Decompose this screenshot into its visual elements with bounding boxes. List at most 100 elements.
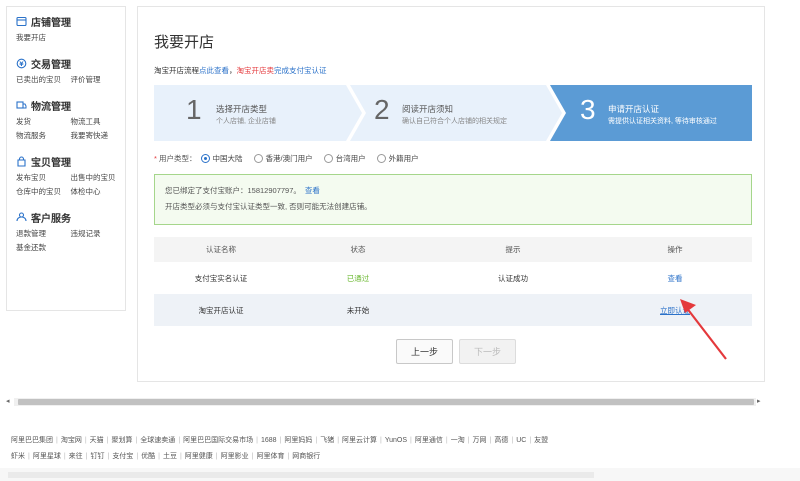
footer-link[interactable]: 天猫: [90, 433, 104, 449]
sidebar-link-ship[interactable]: 发货: [16, 115, 71, 129]
sidebar-group-title[interactable]: 店铺管理: [16, 13, 125, 29]
sidebar-group-title[interactable]: 物流管理: [16, 97, 125, 113]
sidebar-link-reviews[interactable]: 评价管理: [71, 73, 126, 87]
sidebar-link-sold[interactable]: 已卖出的宝贝: [16, 73, 71, 87]
footer-link[interactable]: 优酷: [141, 449, 155, 465]
horizontal-scrollbar[interactable]: ◂ ▸: [6, 396, 764, 408]
flow-view-link[interactable]: 点此查看: [199, 66, 229, 75]
footer-link[interactable]: 友盟: [534, 433, 548, 449]
sidebar-group-title[interactable]: ¥ 交易管理: [16, 55, 125, 71]
footer-separator: |: [56, 437, 58, 444]
footer-link[interactable]: 阿里体育: [256, 449, 284, 465]
footer-separator: |: [179, 453, 182, 460]
sidebar-link-checkup[interactable]: 体检中心: [71, 185, 126, 199]
footer-link[interactable]: 1688: [261, 433, 277, 449]
annotation-arrow-icon: [680, 299, 727, 360]
sidebar-link-refund[interactable]: 退款管理: [16, 227, 71, 241]
scroll-right-icon[interactable]: ▸: [757, 398, 761, 406]
footer-separator: |: [178, 437, 181, 444]
footer-link[interactable]: 阿里星球: [33, 449, 61, 465]
scroll-left-icon[interactable]: ◂: [6, 398, 10, 406]
view-alipay-link[interactable]: 查看: [305, 186, 320, 195]
prev-step-button[interactable]: 上一步: [396, 339, 453, 364]
status-badge: 已通过: [346, 273, 370, 283]
footer-link[interactable]: 钉钉: [90, 449, 104, 465]
footer-separator: |: [158, 453, 160, 460]
footer-link[interactable]: 全球速卖通: [140, 433, 175, 449]
bottom-strip: [0, 468, 800, 481]
footer-link[interactable]: 阿里健康: [185, 449, 213, 465]
footer-link[interactable]: 阿里巴巴集团: [11, 433, 53, 449]
footer-separator: |: [215, 453, 218, 460]
alipay-cert-link[interactable]: 完成支付宝认证: [274, 66, 327, 75]
footer-link[interactable]: 阿里通信: [415, 433, 443, 449]
footer-link[interactable]: 一淘: [451, 433, 465, 449]
sidebar-link-on-sale[interactable]: 出售中的宝贝: [71, 171, 126, 185]
logistics-icon: [16, 100, 27, 111]
sidebar-group-goods: 宝贝管理 发布宝贝 出售中的宝贝 仓库中的宝贝 体检中心: [16, 153, 125, 199]
view-cert-link[interactable]: 查看: [668, 274, 683, 283]
footer-separator: |: [380, 437, 382, 444]
user-type-label: * 用户类型：: [154, 154, 197, 163]
trade-icon: ¥: [16, 58, 27, 69]
footer-link[interactable]: YunOS: [385, 433, 407, 449]
goods-icon: [16, 155, 27, 167]
next-step-button[interactable]: 下一步: [459, 339, 516, 364]
footer-separator: |: [256, 437, 258, 444]
user-type-group: * 用户类型： 中国大陆 香港/澳门用户 台湾用户 外籍用户: [154, 153, 430, 164]
service-icon: [16, 211, 27, 223]
sidebar-link-open-store[interactable]: 我要开店: [16, 31, 71, 45]
sidebar-link-publish[interactable]: 发布宝贝: [16, 171, 71, 185]
sidebar-link-logistics-tools[interactable]: 物流工具: [71, 115, 126, 129]
radio-foreign[interactable]: 外籍用户: [376, 153, 419, 164]
footer-link[interactable]: 阿里影业: [221, 449, 249, 465]
flow-note: 淘宝开店流程点此查看，淘宝开店卖完成支付宝认证: [154, 66, 327, 75]
footer-separator: |: [410, 437, 412, 444]
footer-link[interactable]: 淘宝网: [61, 433, 82, 449]
footer-link[interactable]: 聚划算: [111, 433, 132, 449]
footer-link[interactable]: 阿里妈妈: [284, 433, 312, 449]
sidebar-link-fund-repay[interactable]: 基金还款: [16, 241, 71, 255]
footer-separator: |: [84, 437, 87, 444]
footer-separator: |: [106, 437, 109, 444]
sidebar-link-violations[interactable]: 违规记录: [71, 227, 126, 241]
step-3: 3 申请开店认证 需提供认证相关资料, 等待审核通过: [580, 94, 717, 125]
footer-separator: |: [135, 437, 138, 444]
footer-link[interactable]: 阿里云计算: [342, 433, 377, 449]
radio-taiwan[interactable]: 台湾用户: [323, 153, 366, 164]
footer-link[interactable]: 高德: [494, 433, 508, 449]
footer-link[interactable]: 飞猪: [320, 433, 334, 449]
footer-link[interactable]: 虾米: [11, 449, 25, 465]
footer-link[interactable]: 来往: [69, 449, 83, 465]
footer-links: 阿里巴巴集团 | 淘宝网 | 天猫 | 聚划算 | 全球速卖通 | 阿里巴巴国际交易市场 | 1688 |…: [11, 433, 771, 465]
footer-link[interactable]: UC: [516, 433, 526, 449]
radio-hk-macau[interactable]: 香港/澳门用户: [253, 153, 313, 164]
footer-row-2: 虾米 | 阿里星球 | 来往 | 钉钉 | 支付宝 | 优酷 | 土豆 | 阿里健康 | 阿里影业 | 阿里体育 | 网…: [11, 449, 771, 465]
status-badge: 未开始: [346, 305, 370, 315]
step-2: 2 阅读开店须知 确认自己符合个人店铺的相关规定: [374, 94, 507, 125]
sidebar-link-logistics-service[interactable]: 物流服务: [16, 129, 71, 143]
footer-separator: |: [529, 437, 532, 444]
sidebar-group-title[interactable]: 客户服务: [16, 209, 125, 225]
footer-link[interactable]: 支付宝: [112, 449, 133, 465]
scrollbar-thumb[interactable]: [18, 399, 754, 405]
table-row: 支付宝实名认证 已通过 认证成功 查看: [154, 262, 752, 294]
footer-separator: |: [337, 437, 340, 444]
radio-mainland[interactable]: 中国大陆: [200, 153, 243, 164]
footer-separator: |: [511, 437, 514, 444]
footer-separator: |: [279, 437, 282, 444]
footer-link[interactable]: 土豆: [163, 449, 177, 465]
sidebar-link-warehouse[interactable]: 仓库中的宝贝: [16, 185, 71, 199]
step-1: 1 选择开店类型 个人店铺, 企业店铺: [186, 94, 276, 125]
footer-separator: |: [136, 453, 139, 460]
footer-link[interactable]: 阿里巴巴国际交易市场: [183, 433, 253, 449]
sidebar-group-title[interactable]: 宝贝管理: [16, 153, 125, 169]
page-title: 我要开店: [154, 34, 215, 51]
sidebar-link-express[interactable]: 我要寄快递: [71, 129, 126, 143]
footer-link[interactable]: 网商银行: [292, 449, 320, 465]
main-panel: 我要开店 淘宝开店流程点此查看，淘宝开店卖完成支付宝认证 1 选择开店类型 个人…: [137, 6, 765, 382]
footer-link[interactable]: 万网: [473, 433, 487, 449]
footer-separator: |: [107, 453, 110, 460]
footer-separator: |: [287, 453, 290, 460]
sidebar-group-trade: ¥ 交易管理 已卖出的宝贝 评价管理: [16, 55, 125, 87]
